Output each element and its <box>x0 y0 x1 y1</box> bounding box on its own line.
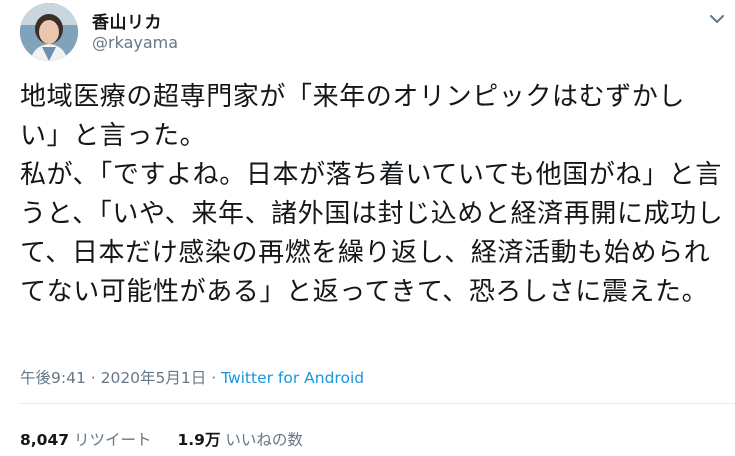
tweet-source-link[interactable]: Twitter for Android <box>221 369 364 387</box>
likes-label: いいねの数 <box>225 431 303 449</box>
avatar[interactable] <box>20 3 78 61</box>
meta-separator: · <box>85 369 101 387</box>
display-name[interactable]: 香山リカ <box>92 8 162 33</box>
likes-count: 1.9万 <box>177 431 221 449</box>
likes-stat[interactable]: 1.9万 いいねの数 <box>177 431 302 449</box>
retweets-label: リツイート <box>73 431 152 449</box>
tweet-date[interactable]: 2020年5月1日 <box>101 369 207 387</box>
retweets-stat[interactable]: 8,047 リツイート <box>20 431 151 449</box>
tweet-text: 地域医療の超専門家が「来年のオリンピックはむずかしい」と言った。 私が、「ですよ… <box>20 82 724 307</box>
tweet-metadata: 午後9:41 · 2020年5月1日 · Twitter for Android <box>20 366 364 388</box>
chevron-down-icon[interactable] <box>706 10 728 28</box>
tweet-card: 香山リカ @rkayama 地域医療の超専門家が「来年のオリンピックはむずかしい… <box>0 0 735 456</box>
user-handle[interactable]: @rkayama <box>92 33 178 52</box>
meta-separator: · <box>206 369 222 387</box>
retweets-count: 8,047 <box>20 431 70 449</box>
divider <box>20 403 735 404</box>
tweet-stats: 8,047 リツイート 1.9万 いいねの数 <box>20 428 303 450</box>
tweet-time[interactable]: 午後9:41 <box>20 369 86 387</box>
